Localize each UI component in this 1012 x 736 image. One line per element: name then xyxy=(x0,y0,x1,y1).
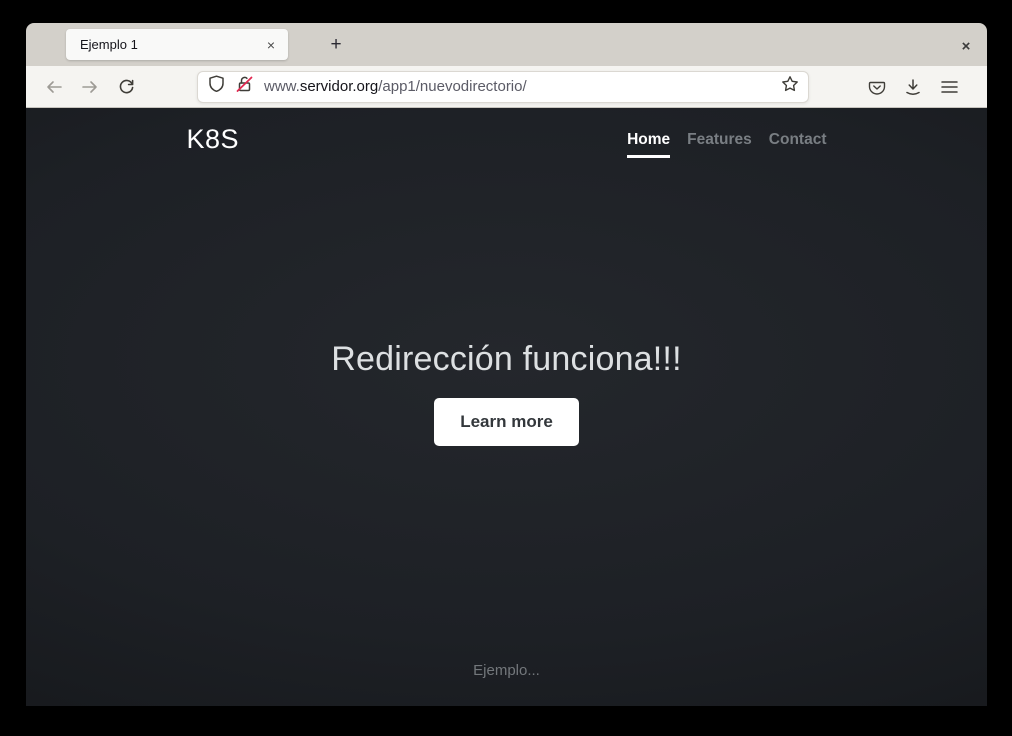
nav-item-contact[interactable]: Contact xyxy=(769,131,827,158)
url-text[interactable]: www.servidor.org/app1/nuevodirectorio/ xyxy=(264,78,776,95)
url-prefix: www. xyxy=(264,78,300,95)
url-domain: servidor.org xyxy=(299,78,379,95)
tracking-shield-icon[interactable] xyxy=(208,75,225,98)
site-brand[interactable]: K8S xyxy=(187,124,240,155)
window-close-button[interactable]: × xyxy=(953,33,979,59)
pocket-button[interactable] xyxy=(860,72,894,102)
tab-title: Ejemplo 1 xyxy=(80,37,138,52)
url-path: /app1/nuevodirectorio/ xyxy=(378,78,527,95)
star-icon xyxy=(781,75,799,98)
reload-icon xyxy=(118,78,135,95)
insecure-lock-icon[interactable] xyxy=(235,75,254,98)
learn-more-button[interactable]: Learn more xyxy=(434,398,579,446)
toolbar-right-group xyxy=(859,72,967,102)
forward-button[interactable] xyxy=(73,72,107,102)
forward-arrow-icon xyxy=(81,79,99,95)
url-bar[interactable]: www.servidor.org/app1/nuevodirectorio/ xyxy=(197,70,809,103)
bookmark-star-button[interactable] xyxy=(776,74,804,100)
download-icon xyxy=(904,78,922,96)
new-tab-button[interactable]: + xyxy=(322,31,350,59)
reload-button[interactable] xyxy=(109,72,143,102)
site-footer: Ejemplo... xyxy=(187,662,827,680)
tab-close-icon[interactable]: × xyxy=(260,34,282,56)
nav-item-features[interactable]: Features xyxy=(687,131,752,158)
pocket-icon xyxy=(868,78,886,96)
hero-section: Redirección funciona!!! Learn more xyxy=(187,340,827,446)
site-header: K8S Home Features Contact xyxy=(187,108,827,158)
browser-window: Ejemplo 1 × + × www.servidor.org/app1/nu… xyxy=(26,23,987,706)
back-button[interactable] xyxy=(37,72,71,102)
nav-item-home[interactable]: Home xyxy=(627,131,671,158)
navigation-toolbar: www.servidor.org/app1/nuevodirectorio/ xyxy=(26,66,987,108)
page-content: K8S Home Features Contact Redirección fu… xyxy=(187,108,827,706)
site-nav: Home Features Contact xyxy=(627,124,827,158)
urlbar-security-icons xyxy=(208,75,254,98)
hamburger-menu-icon xyxy=(940,80,958,94)
back-arrow-icon xyxy=(45,79,63,95)
footer-text: Ejemplo... xyxy=(473,662,540,679)
browser-tab[interactable]: Ejemplo 1 × xyxy=(66,29,288,60)
tab-bar: Ejemplo 1 × + × xyxy=(26,23,987,66)
downloads-button[interactable] xyxy=(896,72,930,102)
menu-button[interactable] xyxy=(932,72,966,102)
hero-heading: Redirección funciona!!! xyxy=(331,340,682,378)
web-page-viewport: K8S Home Features Contact Redirección fu… xyxy=(26,108,987,706)
